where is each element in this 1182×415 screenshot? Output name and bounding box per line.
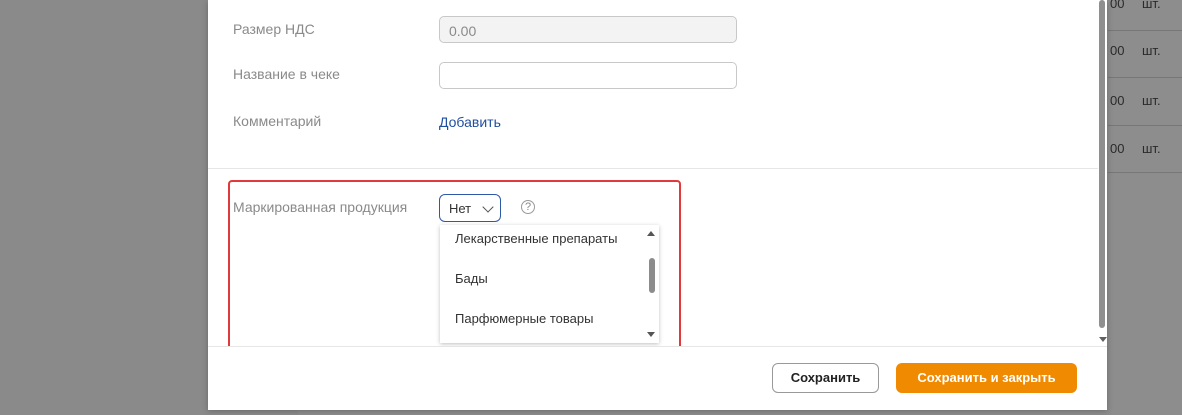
marked-products-select[interactable]: Нет	[439, 194, 501, 222]
dropdown-option[interactable]: Лекарственные препараты	[455, 231, 617, 246]
marked-products-selected-value: Нет	[449, 201, 472, 216]
question-circle-icon[interactable]: ?	[521, 200, 535, 214]
modal-scrollbar[interactable]	[1098, 0, 1107, 346]
save-button[interactable]: Сохранить	[772, 363, 879, 393]
vat-size-input: 0.00	[439, 16, 737, 43]
receipt-name-label: Название в чеке	[233, 66, 340, 82]
bg-qty: 00	[1110, 141, 1125, 156]
bg-qty: 00	[1110, 93, 1125, 108]
bg-qty: 00	[1110, 43, 1125, 58]
modal-scroll-thumb[interactable]	[1099, 0, 1105, 328]
save-and-close-button[interactable]: Сохранить и закрыть	[896, 363, 1077, 393]
dropdown-scroll-thumb[interactable]	[649, 258, 655, 293]
dropdown-option[interactable]: Парфюмерные товары	[455, 311, 593, 326]
vat-size-label: Размер НДС	[233, 21, 315, 37]
scroll-down-arrow-icon[interactable]	[1099, 337, 1107, 342]
marked-products-dropdown: Лекарственные препараты Бады Парфюмерные…	[440, 225, 659, 343]
scroll-down-arrow-icon[interactable]	[647, 332, 655, 337]
marked-products-label: Маркированная продукция	[233, 199, 408, 215]
add-comment-link[interactable]: Добавить	[439, 114, 501, 130]
dropdown-scrollbar[interactable]	[643, 225, 659, 343]
product-modal: Размер НДС 0.00 Название в чеке Коммента…	[208, 0, 1107, 410]
comment-label: Комментарий	[233, 113, 322, 129]
bg-row-divider	[1108, 30, 1182, 31]
receipt-name-input[interactable]	[439, 62, 737, 89]
bg-row-divider	[1108, 125, 1182, 126]
scroll-up-arrow-icon[interactable]	[647, 231, 655, 236]
bg-row-divider	[1108, 172, 1182, 173]
bg-unit: шт.	[1142, 0, 1161, 11]
bg-unit: шт.	[1142, 93, 1161, 108]
bg-unit: шт.	[1142, 43, 1161, 58]
chevron-down-icon	[482, 201, 494, 213]
section-divider	[208, 168, 1098, 169]
bg-unit: шт.	[1142, 141, 1161, 156]
dropdown-option[interactable]: Бады	[455, 271, 488, 286]
bg-qty: 00	[1110, 0, 1125, 11]
bg-row-divider	[1108, 77, 1182, 78]
modal-body: Размер НДС 0.00 Название в чеке Коммента…	[208, 0, 1098, 346]
